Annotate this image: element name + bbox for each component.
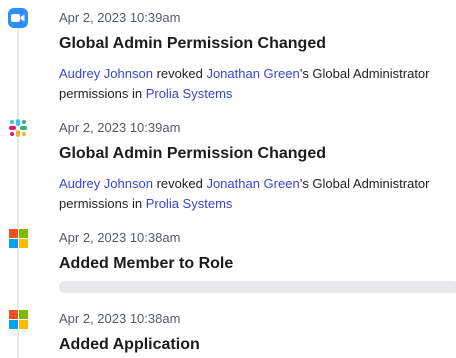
activity-detail-line2: permissions in <box>59 196 146 211</box>
loading-placeholder-bar <box>59 281 456 293</box>
activity-description: Audrey Johnson revoked Jonathan Green’s … <box>59 64 454 104</box>
org-link[interactable]: Prolia Systems <box>146 86 233 101</box>
actor-link[interactable]: Audrey Johnson <box>59 176 153 191</box>
timeline-line <box>17 18 19 358</box>
activity-date: Apr 2, 2023 10:38am <box>59 230 181 245</box>
activity-detail: ’s Global Administrator <box>299 176 430 191</box>
activity-title: Global Admin Permission Changed <box>59 145 326 162</box>
target-user-link[interactable]: Jonathan Green <box>206 66 299 81</box>
activity-date: Apr 2, 2023 10:39am <box>59 120 181 135</box>
activity-description: Audrey Johnson revoked Jonathan Green’s … <box>59 174 454 214</box>
microsoft-icon <box>8 228 28 248</box>
slack-icon <box>8 118 28 138</box>
activity-detail-line2: permissions in <box>59 86 146 101</box>
activity-date: Apr 2, 2023 10:39am <box>59 10 181 25</box>
microsoft-icon <box>8 309 28 329</box>
zoom-icon <box>8 8 28 28</box>
activity-title: Global Admin Permission Changed <box>59 35 326 52</box>
activity-date: Apr 2, 2023 10:38am <box>59 311 181 326</box>
actor-link[interactable]: Audrey Johnson <box>59 66 153 81</box>
org-link[interactable]: Prolia Systems <box>146 196 233 211</box>
activity-title: Added Member to Role <box>59 255 234 272</box>
activity-verb: revoked <box>152 66 207 81</box>
activity-verb: revoked <box>152 176 207 191</box>
activity-title: Added Application <box>59 336 200 353</box>
activity-detail: ’s Global Administrator <box>299 66 430 81</box>
target-user-link[interactable]: Jonathan Green <box>206 176 299 191</box>
